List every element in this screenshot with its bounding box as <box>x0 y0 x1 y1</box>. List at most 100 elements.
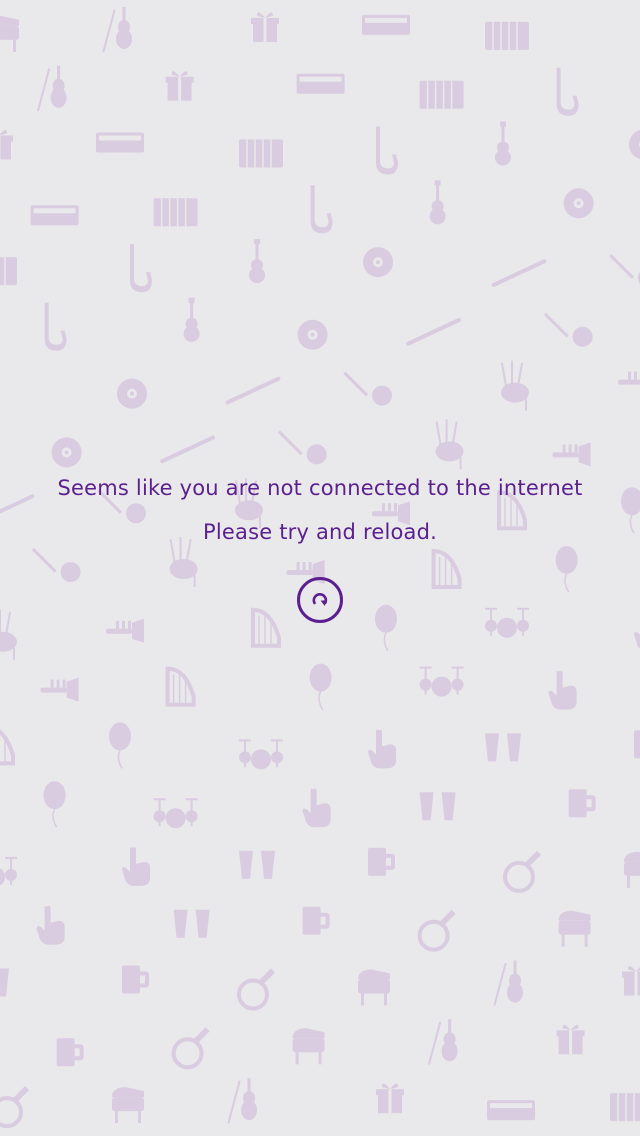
reload-button[interactable] <box>297 577 343 623</box>
beer-mug-icon <box>568 789 596 818</box>
balloon-icon <box>109 722 131 769</box>
french-horn-icon <box>503 850 541 893</box>
vinyl-record-icon <box>117 378 147 409</box>
bagpipes-icon <box>0 609 17 660</box>
hand-icon <box>36 906 65 945</box>
violin-icon <box>427 1019 458 1065</box>
french-horn-icon <box>417 909 456 952</box>
hand-icon <box>122 847 150 886</box>
gift-icon <box>165 71 194 101</box>
vinyl-record-icon <box>629 130 640 159</box>
piano-icon <box>358 969 390 1006</box>
drum-kit-icon <box>485 607 529 638</box>
beer-mug-icon <box>56 1038 84 1067</box>
accordion-icon <box>485 21 529 50</box>
hand-icon <box>368 729 396 769</box>
bongos-icon <box>239 850 275 879</box>
drum-kit-icon <box>419 666 464 697</box>
flute-icon <box>225 376 281 405</box>
banjo-icon <box>609 254 640 285</box>
violin-icon <box>102 6 132 53</box>
beer-mug-icon <box>302 906 330 935</box>
trumpet-icon <box>40 677 79 702</box>
flute-icon <box>406 317 461 346</box>
accordion-icon <box>0 257 17 286</box>
saxophone-icon <box>44 302 67 351</box>
guitar-icon <box>429 180 446 225</box>
banjo-icon <box>543 312 593 347</box>
trumpet-icon <box>552 442 591 467</box>
saxophone-icon <box>130 244 152 293</box>
piano-icon <box>624 851 640 888</box>
bongos-icon <box>173 909 210 938</box>
saxophone-icon <box>376 126 398 175</box>
bongos-icon <box>0 968 9 997</box>
gift-icon <box>376 1083 404 1114</box>
french-horn-icon <box>237 968 275 1011</box>
reload-icon <box>312 593 328 606</box>
trumpet-icon <box>618 371 640 385</box>
bagpipes-icon <box>435 419 464 470</box>
offline-message: Seems like you are not connected to the … <box>57 476 583 500</box>
keyboard-icon <box>96 132 144 153</box>
vinyl-record-icon <box>563 188 594 219</box>
balloon-icon <box>555 546 578 593</box>
saxophone-icon <box>310 185 333 234</box>
bagpipes-icon <box>169 537 198 587</box>
keyboard-icon <box>487 1100 535 1121</box>
flute-icon <box>160 435 215 464</box>
saxophone-icon <box>556 67 579 116</box>
piano-icon <box>0 15 19 52</box>
flute-icon <box>491 259 547 287</box>
piano-icon <box>558 910 591 947</box>
guitar-icon <box>183 297 200 342</box>
vinyl-record-icon <box>51 437 82 468</box>
gift-icon <box>0 130 13 160</box>
beer-mug-icon <box>122 965 149 994</box>
keyboard-icon <box>362 14 410 35</box>
drum-kit-icon <box>0 856 17 886</box>
drum-kit-icon <box>153 798 198 829</box>
background-pattern <box>0 0 640 1136</box>
violin-icon <box>36 65 67 112</box>
banjo-icon <box>31 547 81 582</box>
french-horn-icon <box>0 1086 29 1129</box>
balloon-icon <box>375 604 397 652</box>
keyboard-icon <box>296 73 345 94</box>
guitar-icon <box>249 239 265 284</box>
gift-icon <box>251 12 279 42</box>
piano-icon <box>292 1028 325 1065</box>
beer-mug-icon <box>634 730 640 759</box>
banjo-icon <box>343 371 392 406</box>
harp-icon <box>431 548 462 589</box>
hand-icon <box>634 632 640 649</box>
bongos-icon <box>485 733 521 762</box>
vinyl-record-icon <box>297 319 328 350</box>
french-horn-icon <box>171 1027 210 1070</box>
reload-hint: Please try and reload. <box>202 520 438 544</box>
harp-icon <box>165 666 196 707</box>
bongos-icon <box>419 792 456 821</box>
bagpipes-icon <box>500 360 529 411</box>
drum-kit-icon <box>239 739 283 770</box>
accordion-icon <box>153 198 198 227</box>
hand-icon <box>302 788 331 828</box>
violin-icon <box>227 1078 257 1124</box>
vinyl-record-icon <box>363 247 393 278</box>
keyboard-icon <box>30 205 79 226</box>
balloon-icon <box>43 781 66 828</box>
accordion-icon <box>239 139 283 168</box>
balloon-icon <box>309 663 332 710</box>
harp-icon <box>0 729 15 766</box>
gift-icon <box>556 1024 585 1055</box>
banjo-icon <box>277 430 327 465</box>
hand-icon <box>548 670 577 710</box>
accordion-icon <box>419 80 464 109</box>
piano-icon <box>112 1087 144 1124</box>
gift-icon <box>622 966 640 996</box>
accordion-icon <box>610 1093 640 1122</box>
trumpet-icon <box>106 618 144 643</box>
guitar-icon <box>495 121 511 166</box>
instrument-pattern <box>0 6 640 1129</box>
harp-icon <box>251 607 281 648</box>
